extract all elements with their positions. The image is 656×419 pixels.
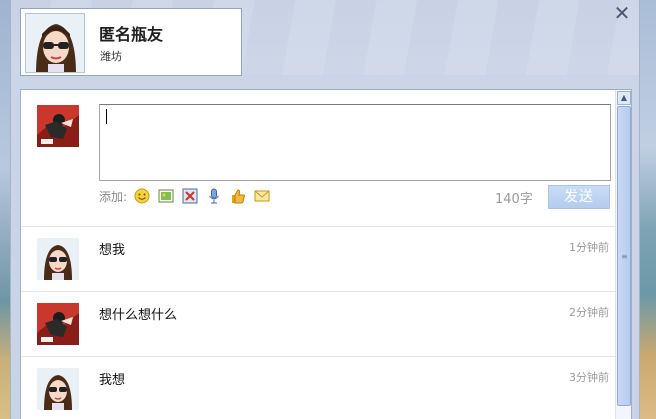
message-row: 想我 1分钟前 xyxy=(21,226,617,291)
bottle-chat-dialog: ✕ 匿名瓶友 潍坊 添加: 140字 发送 想我 1分钟前 想什么想什么 2分钟… xyxy=(10,0,640,419)
add-label: 添加: xyxy=(99,189,128,204)
message-row: 想什么想什么 2分钟前 xyxy=(21,291,617,356)
attachment-toolbar: 添加: xyxy=(99,187,271,205)
thumbs-up-icon[interactable] xyxy=(229,187,247,205)
my-avatar xyxy=(37,105,79,147)
compose-textarea[interactable] xyxy=(99,104,611,181)
smiley-icon[interactable] xyxy=(133,187,151,205)
compose-input[interactable] xyxy=(100,105,610,180)
scroll-thumb[interactable]: ≡ xyxy=(617,106,631,406)
sender-avatar[interactable] xyxy=(37,303,79,345)
scroll-grip-icon: ≡ xyxy=(621,252,628,261)
sender-avatar[interactable] xyxy=(37,238,79,280)
background-right-strip xyxy=(638,0,656,419)
message-time: 1分钟前 xyxy=(569,241,609,254)
message-time: 2分钟前 xyxy=(569,306,609,319)
message-text: 想什么想什么 xyxy=(99,308,178,323)
scroll-up-arrow-icon[interactable]: ▲ xyxy=(617,91,631,105)
message-text: 我想 xyxy=(99,373,126,388)
message-text: 想我 xyxy=(99,243,126,258)
profile-name: 匿名瓶友 xyxy=(99,25,164,44)
profile-location: 潍坊 xyxy=(100,50,122,63)
close-icon[interactable]: ✕ xyxy=(613,3,631,23)
message-row: 我想 3分钟前 xyxy=(21,356,617,419)
vertical-scrollbar[interactable]: ▲ ≡ xyxy=(615,90,631,419)
microphone-icon[interactable] xyxy=(205,187,223,205)
profile-card: 匿名瓶友 潍坊 xyxy=(20,8,242,76)
text-caret xyxy=(106,109,107,124)
send-button[interactable]: 发送 xyxy=(548,185,610,209)
envelope-icon[interactable] xyxy=(253,187,271,205)
message-time: 3分钟前 xyxy=(569,371,609,384)
conversation-panel: 添加: 140字 发送 想我 1分钟前 想什么想什么 2分钟前 我想 3分钟前 … xyxy=(20,89,632,419)
char-count: 140字 xyxy=(495,192,533,207)
image-icon[interactable] xyxy=(157,187,175,205)
video-icon[interactable] xyxy=(181,187,199,205)
sender-avatar[interactable] xyxy=(37,368,79,410)
profile-avatar xyxy=(25,13,85,73)
